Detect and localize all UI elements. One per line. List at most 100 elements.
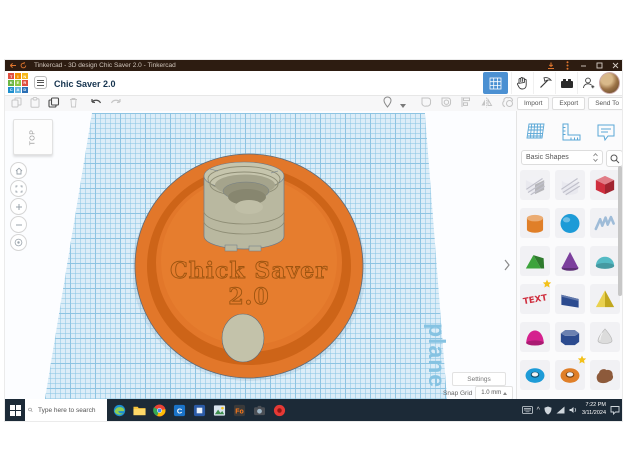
shape-tile-tube[interactable] — [520, 360, 550, 390]
avatar[interactable] — [599, 72, 620, 94]
snap-grid-value: 1.0 mm — [481, 390, 501, 396]
taskbar-search[interactable] — [25, 399, 107, 421]
maximize-icon[interactable] — [594, 61, 604, 71]
taskbar-app-camera-icon[interactable] — [252, 403, 267, 418]
model-chick-saver[interactable]: Chick Saver 2.0 — [133, 151, 365, 381]
workplane-pin-icon[interactable] — [383, 95, 392, 113]
pickaxe-icon[interactable] — [533, 72, 555, 94]
view-cube-top-label: TOP — [29, 129, 36, 145]
refresh-icon[interactable] — [18, 61, 28, 71]
network-icon[interactable] — [556, 406, 565, 414]
shape-tile-box[interactable] — [590, 170, 620, 200]
snap-grid-label: Snap Grid — [443, 390, 472, 397]
perspective-toggle-button[interactable] — [10, 234, 27, 251]
model-engraved-line2: 2.0 — [228, 284, 269, 310]
starred-icon — [542, 279, 552, 289]
edit-toolbar: Import Export Send To — [5, 96, 622, 112]
shape-tile-text[interactable]: TEXT — [520, 284, 550, 314]
app-window: Tinkercad - 3D design Chic Saver 2.0 - T… — [5, 60, 622, 421]
menu-kebab-icon[interactable] — [562, 61, 572, 71]
send-to-button[interactable]: Send To — [588, 97, 622, 110]
import-button[interactable]: Import — [517, 97, 549, 110]
invite-person-icon[interactable] — [577, 72, 599, 94]
shape-tile-polygon[interactable] — [555, 322, 585, 352]
minimize-icon[interactable] — [578, 61, 588, 71]
taskbar-app-recorder-icon[interactable] — [272, 403, 287, 418]
back-icon[interactable] — [8, 61, 18, 71]
flip-mirror-icon[interactable] — [480, 95, 493, 113]
duplicate-icon[interactable] — [48, 95, 61, 113]
shape-tile-scribble[interactable] — [590, 208, 620, 238]
clock-time: 7:22 PM — [582, 402, 606, 410]
shape-tile-half-sphere[interactable] — [590, 246, 620, 276]
shape-tile-paraboloid[interactable] — [520, 322, 550, 352]
fit-view-button[interactable] — [10, 180, 27, 197]
shape-tile-cylinder-hole[interactable] — [555, 170, 585, 200]
hole-shape-icon[interactable] — [440, 95, 452, 113]
shapes-sidebar: Basic Shapes TEXT — [516, 111, 622, 399]
close-icon[interactable] — [610, 61, 620, 71]
zoom-out-button[interactable] — [10, 216, 27, 233]
shape-tile-cylinder[interactable] — [520, 208, 550, 238]
shape-tile-heart[interactable] — [590, 360, 620, 390]
export-button[interactable]: Export — [552, 97, 585, 110]
shape-tile-roof[interactable] — [520, 246, 550, 276]
snap-grid-caret-icon — [503, 392, 507, 395]
zoom-in-button[interactable] — [10, 198, 27, 215]
tinkercad-logo-icon[interactable]: TIN KER CAD — [8, 73, 28, 93]
align-icon[interactable] — [460, 95, 472, 113]
shape-tile-cone[interactable] — [555, 246, 585, 276]
taskbar-app-file-explorer-icon[interactable] — [132, 403, 147, 418]
sidebar-scrollbar[interactable] — [618, 166, 622, 296]
panel-collapse-chevron-icon[interactable] — [504, 259, 510, 274]
notes-icon[interactable] — [593, 119, 619, 145]
paste-icon[interactable] — [30, 95, 40, 113]
window-title: Tinkercad - 3D design Chic Saver 2.0 - T… — [34, 62, 176, 69]
view-cube[interactable]: TOP — [13, 119, 53, 155]
blocks-view-button[interactable] — [483, 72, 508, 94]
shape-tile-wedge[interactable] — [555, 284, 585, 314]
download-icon[interactable] — [546, 61, 556, 71]
taskbar-app-app-fo-icon[interactable]: Fo — [232, 403, 247, 418]
copy-icon[interactable] — [11, 95, 22, 113]
snap-grid-select[interactable]: 1.0 mm — [475, 386, 513, 399]
taskbar-clock[interactable]: 7:22 PM 3/11/2024 — [582, 402, 606, 417]
taskbar-app-app-c-icon[interactable]: C — [172, 403, 187, 418]
solid-shape-icon[interactable] — [420, 95, 432, 113]
security-shield-icon[interactable] — [544, 406, 552, 415]
design-canvas[interactable]: plane Chick Saver 2.0 — [5, 111, 516, 399]
shape-tile-egg[interactable] — [590, 322, 620, 352]
action-center-icon[interactable] — [610, 405, 620, 415]
app-header: TIN KER CAD Chic Saver 2.0 — [5, 71, 622, 96]
dropdown-caret-icon[interactable] — [400, 95, 406, 113]
redo-icon[interactable] — [110, 95, 122, 113]
shape-category-select[interactable]: Basic Shapes — [521, 150, 603, 165]
workplane-tool-icon[interactable] — [523, 119, 549, 145]
home-view-button[interactable] — [10, 162, 27, 179]
shape-tile-pyramid[interactable] — [590, 284, 620, 314]
taskbar-search-input[interactable] — [36, 406, 104, 415]
start-button[interactable] — [5, 399, 25, 421]
shape-tile-sphere[interactable] — [555, 208, 585, 238]
taskbar-app-app-blue-icon[interactable] — [192, 403, 207, 418]
tray-app-icon[interactable] — [522, 406, 533, 414]
ruler-tool-icon[interactable] — [501, 95, 514, 113]
shape-tile-torus[interactable] — [555, 360, 585, 390]
tray-expand-caret-icon[interactable]: ^ — [537, 407, 540, 414]
hand-grab-icon[interactable] — [511, 72, 533, 94]
window-titlebar: Tinkercad - 3D design Chic Saver 2.0 - T… — [5, 60, 622, 71]
search-shapes-button[interactable] — [606, 150, 622, 167]
taskbar-app-edge-icon[interactable] — [112, 403, 127, 418]
windows-logo-icon — [10, 405, 21, 416]
taskbar-app-photos-icon[interactable] — [212, 403, 227, 418]
grid-settings-button[interactable]: Settings — [452, 372, 506, 386]
design-menu-icon[interactable] — [34, 76, 47, 89]
delete-icon[interactable] — [69, 95, 78, 113]
brick-icon[interactable] — [555, 72, 577, 94]
shape-tile-box-hole[interactable] — [520, 170, 550, 200]
taskbar-app-chrome-icon[interactable] — [152, 403, 167, 418]
undo-icon[interactable] — [90, 95, 102, 113]
shape-category-value: Basic Shapes — [526, 154, 569, 161]
ruler-icon[interactable] — [558, 119, 584, 145]
volume-icon[interactable] — [569, 406, 578, 414]
